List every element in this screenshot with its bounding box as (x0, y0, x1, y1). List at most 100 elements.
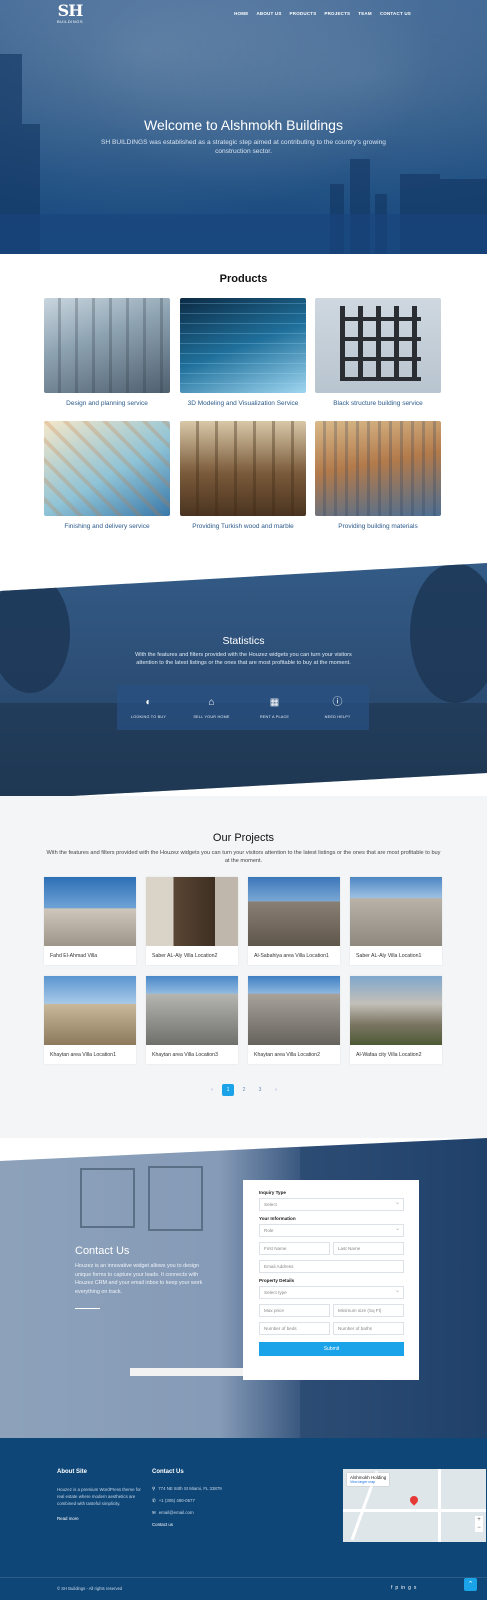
project-card[interactable]: Saber AL-Aly Villa Location1 (350, 877, 442, 965)
property-type-select[interactable]: Select type (259, 1286, 404, 1299)
stat-sell-home[interactable]: ⌂ SELL YOUR HOME (180, 685, 243, 730)
stat-need-help[interactable]: ⓘ NEED HELP? (306, 685, 369, 730)
nav-products[interactable]: PRODUCTS (290, 11, 317, 16)
contact-us-link[interactable]: Contact us (152, 1522, 272, 1527)
palm-silhouette (0, 573, 70, 693)
projects-title: Our Projects (212, 832, 275, 844)
project-card[interactable]: Khaytan area Villa Location2 (248, 976, 340, 1064)
map-pin-icon (408, 1494, 420, 1506)
pinterest-icon[interactable]: p (395, 1585, 398, 1591)
contact-section: Contact Us Houzez is an innovative widge… (0, 1138, 487, 1438)
email-text[interactable]: email@email.com (159, 1510, 194, 1515)
product-image (180, 421, 306, 516)
project-image (248, 877, 340, 946)
nav-team[interactable]: TEAM (358, 11, 372, 16)
stat-label: SELL YOUR HOME (193, 714, 230, 719)
pager-page-3[interactable]: 3 (254, 1084, 266, 1096)
first-name-field[interactable]: First Name (259, 1242, 330, 1255)
project-title: Saber AL-Aly Villa Location1 (356, 953, 422, 959)
phone-icon: ✆ (152, 1498, 156, 1503)
product-card[interactable]: 3D Modeling and Visualization Service (180, 298, 306, 407)
project-card[interactable]: Fahd El-Ahmad Villa (44, 877, 136, 965)
product-caption: Finishing and delivery service (64, 523, 150, 530)
twitter-icon[interactable]: x (414, 1585, 417, 1591)
main-nav: HOME ABOUT US PRODUCTS PROJECTS TEAM CON… (234, 11, 411, 16)
site-footer: About Site Houzez is a premium WordPress… (0, 1438, 487, 1600)
product-card[interactable]: Providing building materials (315, 421, 441, 530)
nav-projects[interactable]: PROJECTS (324, 11, 350, 16)
project-title: Saber AL-Aly Villa Location2 (152, 953, 218, 959)
contact-divider (75, 1308, 100, 1309)
project-card[interactable]: Khaytan area Villa Location1 (44, 976, 136, 1064)
statistics-section: Statistics With the features and filters… (0, 563, 487, 800)
beds-baths-row: Number of beds Number of baths (259, 1322, 404, 1340)
statistics-box: ◐ LOOKING TO BUY ⌂ SELL YOUR HOME ▦ RENT… (117, 685, 369, 730)
price-size-row: Max price Minimum size (Sq Ft) (259, 1304, 404, 1322)
stat-looking-to-buy[interactable]: ◐ LOOKING TO BUY (117, 685, 180, 730)
copyright-text: © SH Buildings - All rights reserved (57, 1586, 123, 1591)
product-image (44, 298, 170, 393)
nav-home[interactable]: HOME (234, 11, 248, 16)
role-select[interactable]: Role (259, 1224, 404, 1237)
palm-silhouette (410, 563, 487, 703)
baths-field[interactable]: Number of baths (333, 1322, 404, 1335)
max-price-field[interactable]: Max price (259, 1304, 330, 1317)
footer-divider (0, 1577, 487, 1578)
statistics-title: Statistics (222, 635, 265, 647)
product-card[interactable]: Design and planning service (44, 298, 170, 407)
product-card[interactable]: Black structure building service (315, 298, 441, 407)
footer-email: ✉ email@email.com (152, 1510, 272, 1516)
last-name-field[interactable]: Last Name (333, 1242, 404, 1255)
hero-section: SH BUILDINGS HOME ABOUT US PRODUCTS PROJ… (0, 0, 487, 254)
rent-icon: ▦ (269, 696, 280, 708)
product-caption: Design and planning service (66, 400, 148, 407)
project-card[interactable]: Al-Wafaa city Villa Location2 (350, 976, 442, 1064)
stat-label: LOOKING TO BUY (130, 714, 167, 719)
product-image (315, 298, 441, 393)
submit-button[interactable]: Submit (259, 1342, 404, 1356)
project-image (146, 976, 238, 1045)
contact-title: Contact Us (75, 1245, 130, 1257)
inquiry-type-label: Inquiry Type (259, 1190, 286, 1195)
projects-section: Our Projects With the features and filte… (0, 796, 487, 1138)
product-card[interactable]: Providing Turkish wood and marble (180, 421, 306, 530)
inquiry-type-select[interactable]: Select (259, 1198, 404, 1211)
google-icon[interactable]: g (408, 1585, 411, 1591)
project-image (44, 877, 136, 946)
pager-next-icon[interactable]: › (270, 1084, 282, 1096)
project-card[interactable]: Saber AL-Aly Villa Location2 (146, 877, 238, 965)
product-image (44, 421, 170, 516)
project-card[interactable]: Khaytan area Villa Location3 (146, 976, 238, 1064)
map-zoom-control[interactable]: + − (475, 1516, 483, 1532)
nav-contact[interactable]: CONTACT US (380, 11, 411, 16)
wall-frame (80, 1168, 135, 1228)
project-image (44, 976, 136, 1045)
product-card[interactable]: Finishing and delivery service (44, 421, 170, 530)
beds-field[interactable]: Number of beds (259, 1322, 330, 1335)
pager-prev-icon[interactable]: ‹ (206, 1084, 218, 1096)
linkedin-icon[interactable]: in (401, 1585, 405, 1591)
footer-about-text: Houzez is a premium WordPress theme for … (57, 1487, 141, 1506)
project-card[interactable]: Al-Sabahiya area Villa Location1 (248, 877, 340, 965)
location-map[interactable]: Alshmokh Holding View larger map + − (343, 1469, 486, 1542)
scroll-to-top-button[interactable]: ⌃ (464, 1578, 477, 1591)
your-info-label: Your Information (259, 1216, 296, 1221)
stat-label: NEED HELP? (324, 714, 351, 719)
contact-description: Houzez is an innovative widget allows yo… (75, 1263, 203, 1295)
social-links: f p in g x (391, 1585, 416, 1591)
pager-page-1[interactable]: 1 (222, 1084, 234, 1096)
nav-about[interactable]: ABOUT US (256, 11, 281, 16)
hero-skyline-base (0, 214, 487, 254)
footer-about-title: About Site (57, 1469, 87, 1475)
pager-page-2[interactable]: 2 (238, 1084, 250, 1096)
product-caption: Providing building materials (338, 523, 418, 530)
map-road (438, 1469, 441, 1542)
facebook-icon[interactable]: f (391, 1585, 392, 1591)
logo-subtitle: BUILDINGS (57, 19, 84, 24)
email-field[interactable]: Email Address (259, 1260, 404, 1273)
stat-rent-place[interactable]: ▦ RENT A PLACE (243, 685, 306, 730)
min-size-field[interactable]: Minimum size (Sq Ft) (333, 1304, 404, 1317)
site-logo[interactable]: SH BUILDINGS (57, 3, 83, 25)
map-larger-link[interactable]: View larger map (350, 1480, 386, 1484)
read-more-link[interactable]: Read more (57, 1516, 145, 1521)
